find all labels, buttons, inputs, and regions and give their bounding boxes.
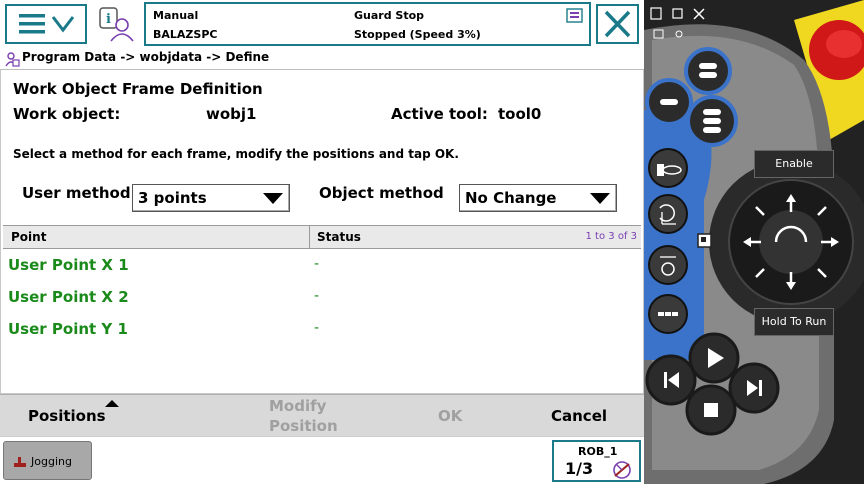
close-icon — [604, 10, 631, 38]
abb-menu-button[interactable] — [5, 4, 87, 44]
active-tool-label: Active tool: — [391, 105, 488, 123]
operating-mode: Manual — [153, 9, 199, 22]
point-status: - — [314, 320, 320, 336]
cancel-button[interactable]: Cancel — [520, 395, 635, 437]
point-status: - — [314, 256, 320, 272]
reorient-icon — [659, 204, 676, 225]
hamburger-menu-icon — [19, 14, 75, 34]
svg-text:i: i — [106, 12, 111, 27]
grid-header: Point Status 1 to 3 of 3 — [3, 225, 641, 249]
table-row[interactable]: User Point Y 1 - — [3, 314, 641, 346]
command-bar: Positions Modify Position OK Cancel — [0, 394, 644, 436]
controller-name: BALAZSPC — [153, 28, 218, 41]
point-name: User Point X 2 — [8, 288, 129, 306]
tool-select-button[interactable] — [648, 148, 688, 188]
motor-state: Stopped (Speed 3%) — [354, 28, 481, 41]
jogging-icon — [14, 457, 26, 467]
stop-icon — [704, 403, 718, 417]
increment-fraction: 1/3 — [565, 459, 594, 478]
jog-mode-buttons[interactable] — [644, 45, 764, 155]
object-method-dropdown[interactable]: No Change — [459, 184, 617, 212]
object-method-value: No Change — [465, 189, 557, 207]
table-row[interactable]: User Point X 1 - — [3, 250, 641, 282]
object-method-label: Object method — [319, 184, 444, 202]
tool-icon — [657, 164, 682, 176]
linear-icon — [660, 256, 676, 276]
user-method-dropdown[interactable]: 3 points — [132, 184, 290, 212]
safety-state: Guard Stop — [354, 9, 425, 22]
linear-mode-button[interactable] — [648, 245, 688, 285]
ok-label: OK — [438, 407, 463, 425]
user-method-label: User method — [22, 184, 131, 202]
chevron-up-icon — [105, 400, 119, 407]
close-button[interactable] — [596, 4, 639, 44]
user-method-value: 3 points — [138, 189, 207, 207]
program-data-icon — [5, 52, 20, 67]
positions-button[interactable]: Positions — [0, 395, 160, 437]
chevron-down-icon — [590, 193, 610, 204]
usb-port-icon — [697, 233, 712, 248]
positions-label: Positions — [28, 407, 106, 425]
dash-icon — [658, 312, 678, 316]
program-state-icon — [566, 8, 583, 23]
status-panel[interactable]: Manual BALAZSPC Guard Stop Stopped (Spee… — [144, 2, 591, 46]
enable-device-label: Enable — [754, 150, 834, 178]
breadcrumb-bar: Program Data -> wobjdata -> Define — [0, 48, 644, 70]
jogging-label: Jogging — [31, 455, 72, 468]
paging-indicator: 1 to 3 of 3 — [585, 231, 637, 242]
instruction-text: Select a method for each frame, modify t… — [13, 147, 459, 161]
breadcrumb: Program Data -> wobjdata -> Define — [22, 50, 270, 64]
speed-icon — [613, 461, 631, 479]
modify-position-line2: Position — [269, 417, 338, 435]
modify-position-line1: Modify — [269, 397, 327, 415]
jogging-task-button[interactable]: Jogging — [3, 441, 92, 480]
top-bar: i Manual BALAZSPC Guard Stop Stopped (Sp… — [0, 0, 644, 48]
column-header-status: Status — [317, 230, 361, 244]
run-controls[interactable] — [644, 330, 794, 440]
point-name: User Point Y 1 — [8, 320, 128, 338]
ok-button[interactable]: OK — [400, 395, 500, 437]
active-tool-value: tool0 — [498, 105, 542, 123]
page-title: Work Object Frame Definition — [13, 80, 263, 98]
table-row[interactable]: User Point X 2 - — [3, 282, 641, 314]
cancel-label: Cancel — [551, 407, 608, 425]
work-object-label: Work object: — [13, 105, 121, 123]
point-status: - — [314, 288, 320, 304]
quickset-rob-button[interactable]: ROB_1 1/3 — [552, 440, 641, 482]
task-bar: Jogging ROB_1 1/3 — [0, 436, 644, 484]
main-panel: Work Object Frame Definition Work object… — [0, 70, 644, 394]
reorient-button[interactable] — [648, 194, 688, 234]
programmable-button[interactable] — [648, 294, 688, 334]
mechanical-unit-label: ROB_1 — [578, 445, 618, 458]
column-header-point: Point — [11, 230, 47, 244]
column-divider — [309, 226, 310, 248]
flexpendant-hardware: Enable Hold To Run — [644, 0, 864, 484]
event-log-icon[interactable]: i — [96, 5, 138, 43]
chevron-down-icon — [263, 193, 283, 204]
modify-position-button[interactable]: Modify Position — [230, 396, 375, 436]
work-object-value: wobj1 — [206, 105, 257, 123]
point-name: User Point X 1 — [8, 256, 129, 274]
